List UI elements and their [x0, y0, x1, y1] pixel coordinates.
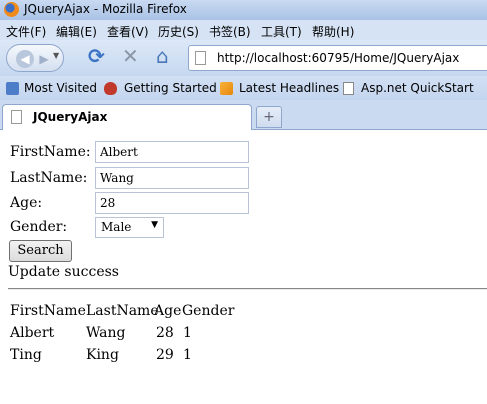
window-title: JQueryAjax - Mozilla Firefox — [24, 2, 187, 16]
page-icon — [11, 110, 22, 124]
most-visited-icon — [6, 82, 19, 95]
forward-arrow-icon[interactable]: ▶ — [37, 50, 51, 68]
firefox-icon — [4, 2, 19, 17]
divider — [8, 288, 487, 290]
cell-firstname: Ting — [10, 347, 42, 363]
menu-bar: 文件(F) 编辑(E) 查看(V) 历史(S) 书签(B) 工具(T) 帮助(H… — [0, 20, 487, 40]
menu-bookmarks[interactable]: 书签(B) — [209, 23, 251, 40]
cell-age: 28 — [156, 325, 174, 341]
cell-lastname: Wang — [86, 325, 126, 341]
header-age: Age — [154, 303, 182, 319]
header-lastname: LastName — [86, 303, 159, 319]
menu-edit[interactable]: 编辑(E) — [56, 23, 97, 40]
gender-select[interactable]: Male ▼ — [95, 217, 164, 238]
bookmark-aspnet-quickstart[interactable]: Asp.net QuickStart — [361, 81, 474, 95]
chevron-down-icon[interactable]: ▼ — [151, 220, 158, 230]
bookmark-latest-headlines[interactable]: Latest Headlines — [239, 81, 339, 95]
search-button[interactable]: Search — [9, 240, 72, 262]
back-forward-button[interactable]: ◀ ▶ ▼ — [6, 44, 64, 72]
url-text[interactable]: http://localhost:60795/Home/JQueryAjax — [217, 51, 459, 65]
menu-tools[interactable]: 工具(T) — [261, 23, 302, 40]
cell-gender: 1 — [183, 325, 192, 341]
history-dropdown-icon[interactable]: ▼ — [53, 51, 59, 60]
reload-icon[interactable]: ⟳ — [88, 44, 105, 68]
menu-view[interactable]: 查看(V) — [107, 23, 149, 40]
page-icon — [195, 51, 206, 65]
menu-file[interactable]: 文件(F) — [6, 23, 46, 40]
bookmarks-toolbar: Most Visited Getting Started Latest Head… — [0, 76, 487, 100]
bookmark-most-visited[interactable]: Most Visited — [24, 81, 97, 95]
back-arrow-icon[interactable]: ◀ — [16, 50, 34, 68]
bookmark-getting-started[interactable]: Getting Started — [124, 81, 217, 95]
url-bar[interactable]: http://localhost:60795/Home/JQueryAjax — [188, 45, 487, 71]
age-input[interactable]: 28 — [95, 192, 249, 214]
getting-started-icon — [104, 82, 117, 95]
rss-feed-icon — [220, 82, 233, 95]
page-icon — [343, 82, 354, 95]
cell-lastname: King — [86, 347, 119, 363]
page-content: FirstName: Albert LastName: Wang Age: 28… — [0, 130, 487, 404]
lastname-label: LastName: — [10, 170, 88, 186]
cell-age: 29 — [156, 347, 174, 363]
gender-selected-value: Male — [101, 220, 132, 234]
tab-label: JQueryAjax — [33, 110, 108, 124]
gender-label: Gender: — [10, 219, 68, 235]
cell-gender: 1 — [183, 347, 192, 363]
title-bar: JQueryAjax - Mozilla Firefox — [0, 0, 487, 20]
lastname-input[interactable]: Wang — [95, 167, 249, 189]
stop-icon[interactable]: ✕ — [122, 44, 139, 68]
home-icon[interactable]: ⌂ — [156, 44, 169, 68]
tab-strip: JQueryAjax + — [0, 100, 487, 130]
header-gender: Gender — [182, 303, 235, 319]
cell-firstname: Albert — [10, 325, 55, 341]
tab-jqueryajax[interactable]: JQueryAjax — [2, 104, 252, 130]
new-tab-button[interactable]: + — [256, 106, 282, 128]
menu-help[interactable]: 帮助(H) — [312, 23, 354, 40]
status-message: Update success — [8, 264, 119, 280]
header-firstname: FirstName — [10, 303, 86, 319]
firstname-input[interactable]: Albert — [95, 141, 249, 163]
age-label: Age: — [10, 195, 43, 211]
plus-icon: + — [263, 109, 275, 125]
menu-history[interactable]: 历史(S) — [158, 23, 199, 40]
firstname-label: FirstName: — [10, 144, 91, 160]
